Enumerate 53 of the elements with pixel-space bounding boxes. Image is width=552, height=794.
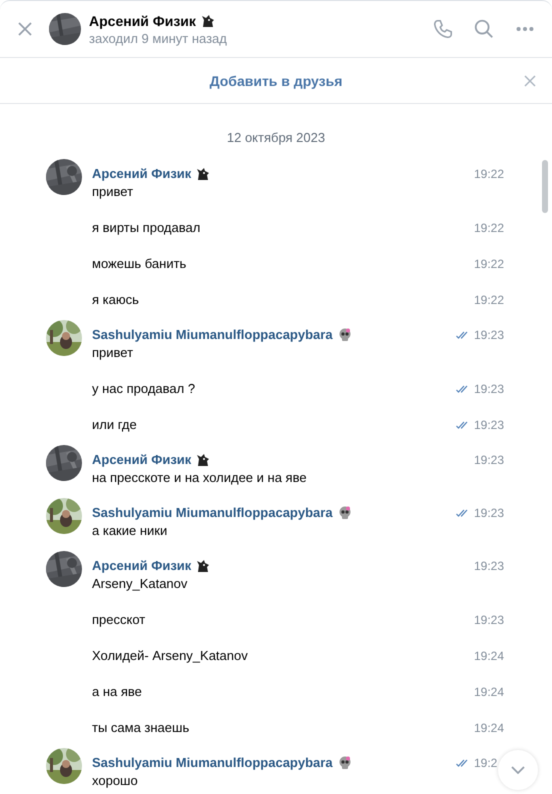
message-text: на пресскоте и на холидее и на яве	[92, 469, 307, 487]
message-text: пресскот	[92, 611, 146, 629]
sender-name[interactable]: Sashulyamiu Miumanulfloppacapybara	[92, 754, 333, 772]
wolf-icon	[200, 14, 215, 28]
message-text: хорошо	[92, 772, 138, 790]
wolf-icon	[196, 453, 210, 467]
sender-name[interactable]: Sashulyamiu Miumanulfloppacapybara	[92, 326, 333, 344]
message-text: ты сама знаешь	[92, 719, 190, 737]
date-divider: 12 октября 2023	[226, 129, 326, 147]
phone-icon[interactable]	[432, 18, 454, 40]
message-text: а какие ники	[92, 522, 168, 540]
message-time: 19:23	[474, 327, 502, 344]
message-text: можешь банить	[92, 255, 186, 273]
message-text: у нас продавал ?	[92, 380, 196, 398]
message-time: 19:24	[474, 684, 502, 701]
message-time: 19:23	[474, 505, 502, 522]
skull-icon	[338, 328, 352, 342]
wolf-icon	[196, 559, 210, 573]
message-time: 19:24	[474, 648, 502, 665]
close-icon[interactable]	[524, 74, 536, 86]
sender-name[interactable]: Арсений Физик	[92, 557, 192, 575]
add-friend-button[interactable]: Добавить в друзья	[210, 72, 342, 88]
wolf-icon	[196, 167, 210, 181]
message-text: Arseny_Katanov	[92, 575, 188, 593]
message-time: 19:22	[474, 256, 502, 273]
message-text: я вирты продавал	[92, 219, 200, 237]
message-text: или где	[92, 416, 137, 434]
sender-name[interactable]: Арсений Физик	[92, 165, 192, 183]
message-time: 19:23	[474, 452, 502, 469]
sender-name[interactable]: Sashulyamiu Miumanulfloppacapybara	[92, 504, 333, 522]
skull-icon	[338, 506, 352, 520]
skull-icon	[338, 756, 352, 770]
contact-name[interactable]: Арсений Физик	[89, 12, 196, 28]
message-time: 19:22	[474, 166, 502, 183]
message-time: 19:23	[474, 417, 502, 434]
last-seen-status: заходил 9 минут назад	[89, 30, 228, 46]
message-time: 19:2	[474, 755, 498, 772]
message-time: 19:23	[474, 381, 502, 398]
message-text: привет	[92, 344, 134, 362]
message-time: 19:23	[474, 612, 502, 629]
search-icon[interactable]	[473, 18, 495, 40]
sender-name[interactable]: Арсений Физик	[92, 451, 192, 469]
message-text: а на яве	[92, 683, 142, 701]
message-time: 19:24	[474, 720, 502, 737]
message-time: 19:23	[474, 558, 502, 575]
scrollbar-thumb[interactable]	[542, 160, 548, 213]
message-time: 19:22	[474, 292, 502, 309]
chevron-down-icon	[511, 766, 525, 774]
message-text: Холидей- Arseny_Katanov	[92, 647, 248, 665]
message-text: я каюсь	[92, 291, 139, 309]
message-text: привет	[92, 183, 134, 201]
close-icon[interactable]	[17, 21, 33, 37]
message-time: 19:22	[474, 220, 502, 237]
